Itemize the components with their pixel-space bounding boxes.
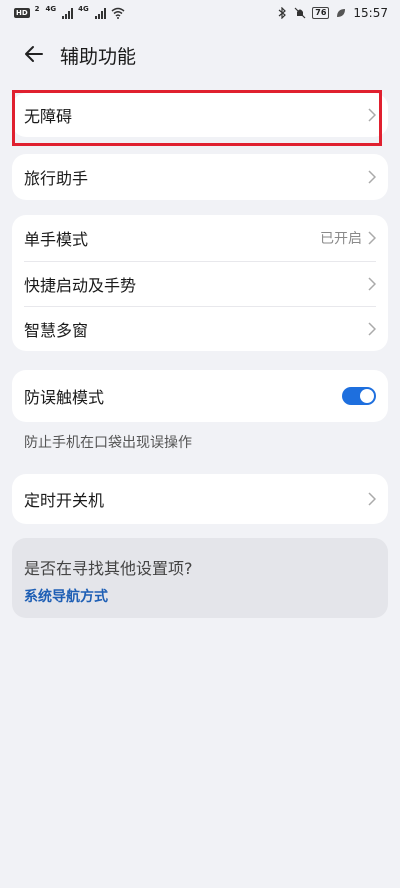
chevron-right-icon [368, 277, 376, 291]
card-scheduled-power: 定时开关机 [12, 474, 388, 524]
toggle-knob [360, 389, 374, 403]
chevron-right-icon [368, 492, 376, 506]
network-label-2: 4G [78, 5, 89, 13]
row-shortcuts-gestures[interactable]: 快捷启动及手势 [12, 262, 388, 306]
pocket-mode-description: 防止手机在口袋出现误操作 [24, 435, 192, 451]
back-arrow-icon[interactable] [22, 42, 46, 66]
suggestion-question: 是否在寻找其他设置项? [24, 559, 193, 578]
signal-icon [62, 7, 74, 19]
row-scheduled-power[interactable]: 定时开关机 [12, 474, 388, 524]
card-accessibility: 无障碍 [12, 93, 388, 137]
signal-icon-2 [94, 7, 106, 19]
row-one-hand-mode[interactable]: 单手模式 已开启 [12, 215, 388, 261]
network-label-1: 4G [45, 5, 57, 13]
mute-bell-icon [294, 7, 306, 19]
wifi-icon [111, 7, 125, 19]
page-header: 辅助功能 [0, 36, 400, 72]
page-title: 辅助功能 [60, 46, 137, 68]
status-time: 15:57 [353, 6, 388, 20]
card-modes: 单手模式 已开启 快捷启动及手势 智慧多窗 [12, 215, 388, 351]
row-pocket-mode-label: 防误触模式 [24, 388, 105, 407]
chevron-right-icon [368, 231, 376, 245]
row-travel-label: 旅行助手 [24, 169, 89, 188]
pocket-mode-toggle[interactable] [342, 387, 376, 405]
card-pocket-mode: 防误触模式 [12, 370, 388, 422]
leaf-icon [337, 9, 346, 17]
row-shortcuts-label: 快捷启动及手势 [24, 276, 137, 295]
status-bar: HD 2 4G 4G 76 15:57 [0, 0, 400, 28]
row-pocket-mode[interactable]: 防误触模式 [12, 370, 388, 422]
suggestion-card: 是否在寻找其他设置项? 系统导航方式 [12, 538, 388, 618]
chevron-right-icon [368, 170, 376, 184]
status-right: 76 15:57 [276, 6, 388, 20]
row-travel-assistant[interactable]: 旅行助手 [12, 154, 388, 200]
system-navigation-link[interactable]: 系统导航方式 [24, 586, 108, 606]
chevron-right-icon [368, 322, 376, 336]
row-multi-window-label: 智慧多窗 [24, 321, 89, 340]
row-one-hand-label: 单手模式 [24, 230, 89, 249]
row-scheduled-power-label: 定时开关机 [24, 491, 105, 510]
row-multi-window[interactable]: 智慧多窗 [12, 307, 388, 351]
row-accessibility-label: 无障碍 [24, 107, 73, 126]
bluetooth-icon [278, 7, 287, 19]
card-travel: 旅行助手 [12, 154, 388, 200]
hd-badge: HD [14, 8, 30, 18]
row-accessibility[interactable]: 无障碍 [12, 93, 388, 137]
battery-indicator: 76 [312, 7, 330, 19]
row-one-hand-value: 已开启 [320, 231, 362, 247]
chevron-right-icon [368, 108, 376, 122]
sim-label: 2 [34, 5, 40, 13]
status-left: HD 2 4G 4G [14, 5, 125, 19]
